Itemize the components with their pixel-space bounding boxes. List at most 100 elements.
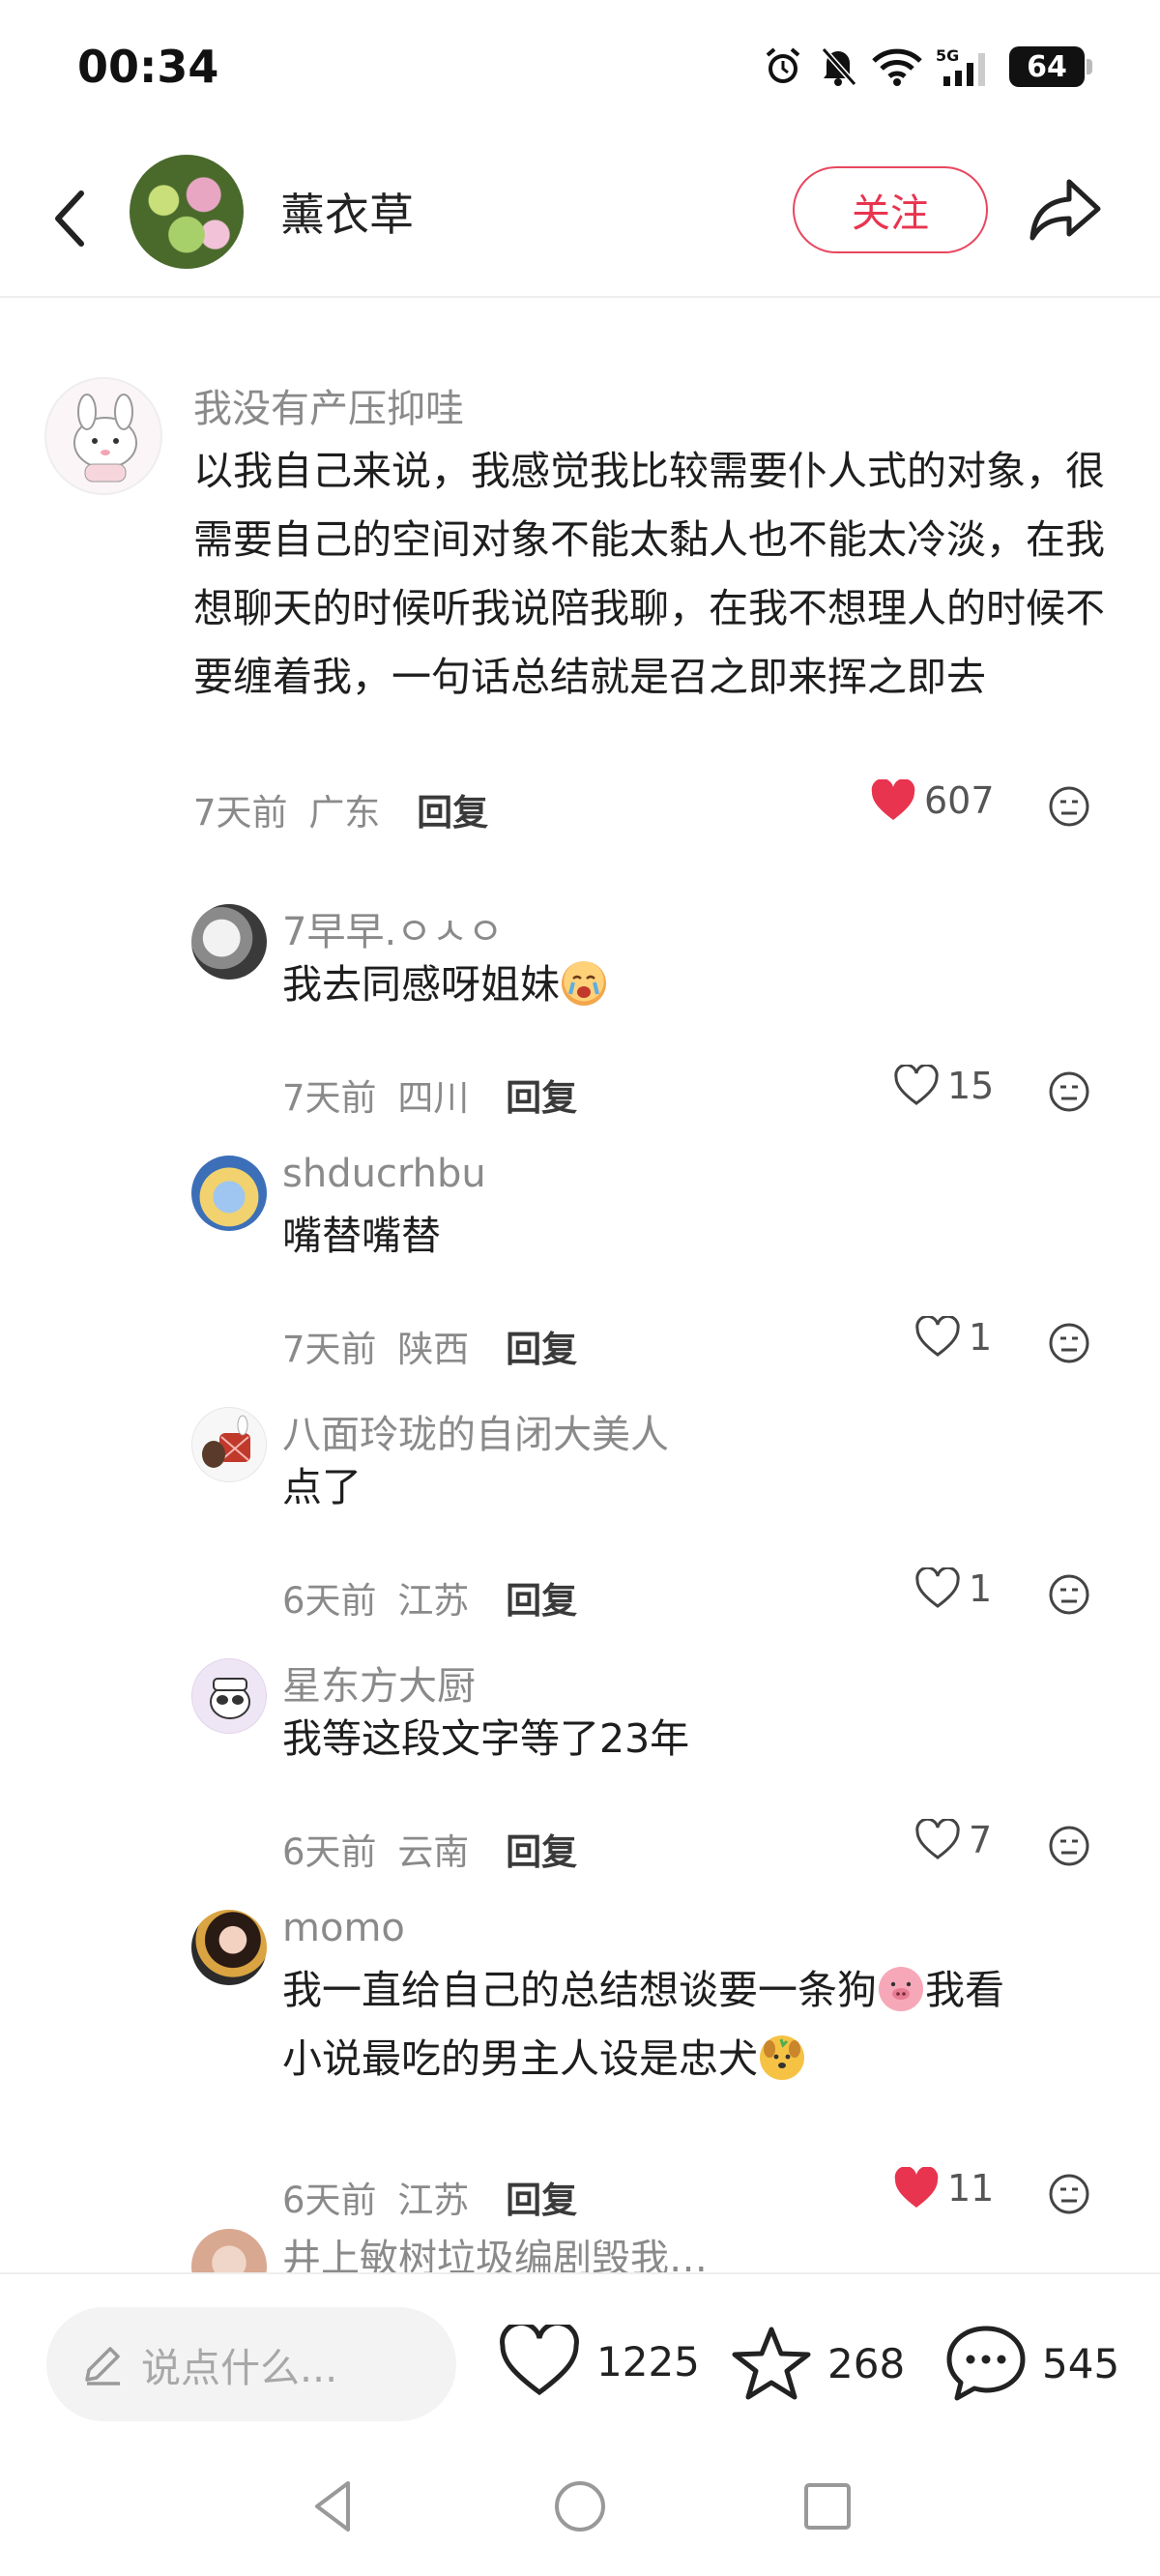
- like-button[interactable]: 15: [893, 1065, 994, 1107]
- like-count: 1: [969, 1567, 993, 1610]
- comment-username[interactable]: 八面玲珑的自闭大美人: [282, 1403, 669, 1459]
- author-name[interactable]: 薰衣草: [280, 180, 414, 244]
- comment-time: 7天前: [282, 1077, 377, 1119]
- comment-time: 7天前: [193, 792, 288, 834]
- dislike-icon[interactable]: [1048, 1070, 1090, 1113]
- system-nav-bar: [0, 2437, 1160, 2576]
- post-header: 薰衣草 关注: [0, 145, 1160, 298]
- heart-outline-icon: [500, 2325, 579, 2396]
- status-icons: 5G 64: [762, 43, 1092, 91]
- comment-username[interactable]: 井上敏树垃圾编剧毁我…: [282, 2227, 708, 2272]
- like-count: 1: [969, 1316, 993, 1359]
- back-button[interactable]: [41, 180, 99, 257]
- input-placeholder: 说点什么...: [141, 2345, 338, 2391]
- collect-total: 268: [827, 2339, 906, 2387]
- crying-face-emoji: [562, 961, 606, 1006]
- user-avatar[interactable]: [191, 1910, 267, 1985]
- like-post-button[interactable]: 1225: [498, 2325, 700, 2398]
- comment-text: 我去同感呀姐妹: [282, 951, 608, 1019]
- heart-filled-icon: [894, 2167, 939, 2208]
- back-arrow-icon: [55, 190, 84, 247]
- like-button[interactable]: 1: [914, 1567, 992, 1610]
- like-button[interactable]: 1: [914, 1316, 992, 1359]
- comment-username[interactable]: momo: [282, 1906, 405, 1950]
- comment-username[interactable]: 7早早.ㅇㅅㅇ: [282, 900, 504, 956]
- author-avatar[interactable]: [130, 155, 244, 269]
- status-time: 00:34: [77, 41, 219, 93]
- collect-post-button[interactable]: 268: [731, 2325, 905, 2402]
- dislike-icon[interactable]: [1048, 1573, 1090, 1616]
- comment-text-line: 我一直给自己的总结想谈要一条狗: [282, 1967, 877, 2013]
- comment-text-line: 小说最吃的男主人设是忠犬: [282, 2035, 758, 2082]
- dislike-icon[interactable]: [1048, 785, 1090, 828]
- comment-list[interactable]: 我没有产压抑哇 以我自己来说，我感觉我比较需要仆人式的对象，很需要自己的空间对象…: [0, 300, 1160, 2272]
- user-avatar[interactable]: [191, 1407, 267, 1482]
- user-avatar[interactable]: [191, 904, 267, 980]
- nav-home-icon[interactable]: [549, 2475, 611, 2537]
- share-button[interactable]: [1027, 174, 1104, 248]
- reply-button[interactable]: 回复: [506, 1580, 577, 1622]
- signal-icon: 5G: [936, 46, 985, 86]
- svg-text:5G: 5G: [936, 46, 959, 65]
- reply-button[interactable]: 回复: [506, 1077, 577, 1119]
- like-count: 607: [924, 779, 995, 822]
- comment-username[interactable]: shducrhbu: [282, 1152, 486, 1196]
- pencil-icon: [85, 2347, 120, 2386]
- mute-bell-icon: [821, 47, 857, 86]
- comment-text: 我一直给自己的总结想谈要一条狗 我看 小说最吃的男主人设是忠犬: [282, 1956, 1114, 2093]
- comment-text-line: 我看: [925, 1967, 1004, 2013]
- comment-post-button[interactable]: 545: [945, 2325, 1119, 2402]
- user-avatar[interactable]: [191, 1658, 267, 1734]
- heart-outline-icon: [915, 1316, 960, 1357]
- comment-meta: 7天前 四川 回复: [282, 1068, 577, 1121]
- reply-button[interactable]: 回复: [506, 2180, 577, 2221]
- star-outline-icon: [732, 2327, 811, 2400]
- chat-bubble-icon: [946, 2326, 1026, 2401]
- comment-username[interactable]: 星东方大厨: [282, 1654, 476, 1711]
- comment-location: 陕西: [397, 1329, 470, 1370]
- comment-meta: 6天前 云南 回复: [282, 1823, 577, 1875]
- comment-location: 广东: [308, 792, 381, 834]
- comment-meta: 6天前 江苏 回复: [282, 1571, 577, 1624]
- reply-button[interactable]: 回复: [506, 1831, 577, 1873]
- heart-outline-icon: [894, 1065, 939, 1105]
- reply-button[interactable]: 回复: [506, 1329, 577, 1370]
- reply-button[interactable]: 回复: [417, 792, 488, 834]
- heart-outline-icon: [915, 1819, 960, 1859]
- like-button[interactable]: 7: [914, 1819, 992, 1861]
- battery-icon: 64: [1009, 46, 1092, 87]
- comment-location: 江苏: [397, 1580, 470, 1622]
- comment-text: 以我自己来说，我感觉我比较需要仆人式的对象，很需要自己的空间对象不能太黏人也不能…: [193, 448, 1105, 700]
- like-count: 11: [947, 2167, 995, 2210]
- comment-total: 545: [1042, 2339, 1120, 2387]
- nav-back-icon[interactable]: [304, 2475, 365, 2537]
- comment-text: 点了: [282, 1464, 362, 1510]
- comment-time: 6天前: [282, 2180, 377, 2221]
- dislike-icon[interactable]: [1048, 1322, 1090, 1364]
- comment-input[interactable]: 说点什么...: [46, 2307, 456, 2421]
- bottom-action-bar: 说点什么... 1225 268 545: [0, 2272, 1160, 2421]
- like-button[interactable]: 11: [893, 2167, 994, 2210]
- user-avatar[interactable]: [191, 2229, 267, 2272]
- comment-location: 云南: [397, 1831, 470, 1873]
- comment-meta: 7天前 陕西 回复: [282, 1320, 577, 1372]
- comment-meta: 6天前 江苏 回复: [282, 2171, 577, 2223]
- comment-username[interactable]: 我没有产压抑哇: [193, 377, 464, 433]
- like-count: 7: [969, 1819, 993, 1861]
- comment-text: 嘴替嘴替: [282, 1213, 441, 1259]
- like-button[interactable]: 607: [870, 779, 995, 822]
- comment-location: 四川: [397, 1077, 470, 1119]
- comment-time: 6天前: [282, 1580, 377, 1622]
- comment-time: 6天前: [282, 1831, 377, 1873]
- share-icon: [1030, 179, 1101, 241]
- nav-recents-icon[interactable]: [797, 2475, 858, 2537]
- dislike-icon[interactable]: [1048, 2173, 1090, 2215]
- wifi-icon: [872, 48, 922, 86]
- pig-face-emoji: [879, 1967, 923, 2011]
- like-total: 1225: [596, 2337, 700, 2386]
- heart-outline-icon: [915, 1567, 960, 1608]
- user-avatar[interactable]: [191, 1156, 267, 1231]
- user-avatar[interactable]: [44, 377, 162, 495]
- dislike-icon[interactable]: [1048, 1825, 1090, 1867]
- follow-button[interactable]: 关注: [793, 166, 988, 253]
